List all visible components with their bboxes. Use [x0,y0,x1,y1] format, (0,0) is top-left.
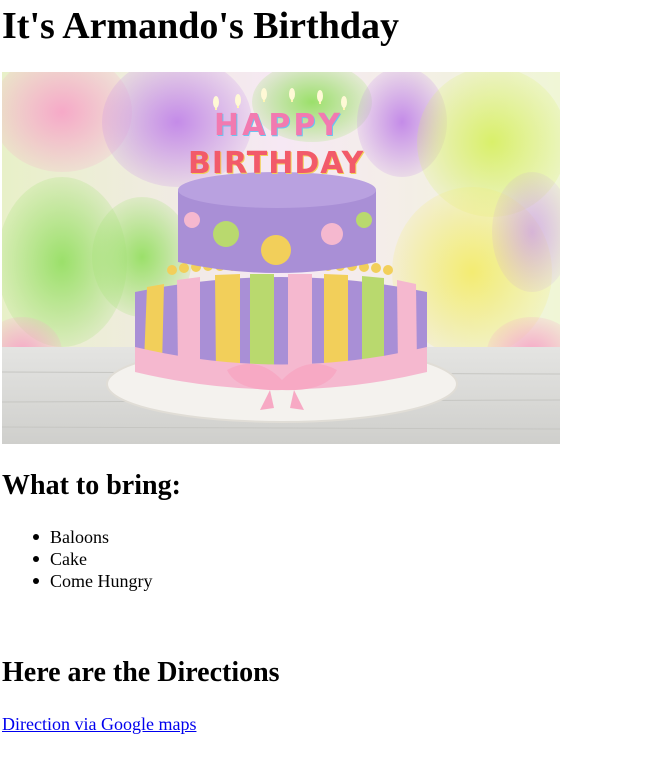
list-item: Baloons [33,526,153,548]
birthday-cake-image: HAPPY BIRTHDAY [2,72,560,444]
page-title: It's Armando's Birthday [2,5,399,47]
list-item: Cake [33,548,153,570]
list-item-label: Baloons [50,527,110,547]
bring-list: Baloons Cake Come Hungry [2,526,153,592]
directions-heading: Here are the Directions [2,657,280,688]
list-item-label: Come Hungry [50,571,153,591]
bullet-icon [33,578,39,584]
bullet-icon [33,556,39,562]
list-item: Come Hungry [33,570,153,592]
google-maps-directions-link[interactable]: Direction via Google maps [2,713,196,735]
list-item-label: Cake [50,549,87,569]
what-to-bring-heading: What to bring: [2,470,181,501]
bullet-icon [33,534,39,540]
